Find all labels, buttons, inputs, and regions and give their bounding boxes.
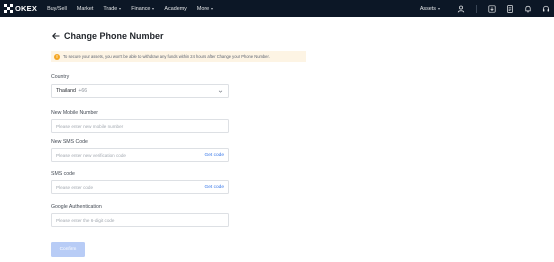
- sms-placeholder: Please enter new verification code: [56, 152, 126, 158]
- confirm-button[interactable]: Confirm: [51, 242, 85, 257]
- nav-item-finance[interactable]: Finance: [131, 5, 155, 12]
- country-select[interactable]: Thailand +66: [51, 84, 229, 98]
- nav-item-label: Academy: [164, 5, 187, 12]
- assets-menu[interactable]: Assets: [420, 6, 440, 12]
- headset-icon[interactable]: [541, 4, 551, 14]
- nav-item-market[interactable]: Market: [77, 6, 93, 12]
- mobile-label: New Mobile Number: [51, 110, 98, 116]
- chevron-down-icon: [211, 7, 214, 10]
- document-icon[interactable]: [505, 4, 515, 14]
- security-notice: ! To secure your assets, you won't be ab…: [51, 51, 306, 62]
- top-nav: OKEX Buy/Sell Market Trade Finance Acade…: [0, 0, 554, 17]
- chevron-down-icon: [152, 7, 155, 10]
- google-auth-input[interactable]: Please enter the 6-digit code: [51, 213, 229, 227]
- country-code: +66: [78, 88, 88, 94]
- nav-item-buy-sell[interactable]: Buy/Sell: [47, 6, 67, 12]
- nav-item-more[interactable]: More: [196, 5, 214, 12]
- nav-menu: Buy/Sell Market Trade Finance Academy Mo…: [47, 0, 223, 17]
- nav-item-label: Buy/Sell: [47, 5, 67, 12]
- country-label: Country: [51, 74, 70, 80]
- nav-item-label: Market: [76, 5, 94, 12]
- sms-code-input[interactable]: Please enter code Get code: [51, 180, 229, 194]
- logo-icon: [4, 4, 13, 13]
- nav-item-academy[interactable]: Academy: [164, 6, 186, 12]
- bell-icon[interactable]: [523, 4, 533, 14]
- chevron-down-icon: [438, 7, 440, 10]
- get-new-sms-code-button[interactable]: Get code: [205, 153, 224, 158]
- old-sms-label: SMS code: [51, 171, 75, 177]
- brand-logo[interactable]: OKEX: [4, 0, 37, 17]
- back-arrow-icon[interactable]: [51, 31, 61, 41]
- google-auth-placeholder: Please enter the 6-digit code: [56, 217, 115, 223]
- get-sms-code-button[interactable]: Get code: [205, 185, 224, 190]
- user-icon[interactable]: [456, 4, 466, 14]
- new-sms-code-input[interactable]: Please enter new verification code Get c…: [51, 148, 229, 162]
- warning-icon: !: [54, 53, 60, 60]
- notice-text: To secure your assets, you won't be able…: [63, 54, 270, 59]
- nav-item-trade[interactable]: Trade: [103, 5, 122, 12]
- nav-item-label: More: [196, 5, 210, 12]
- chevron-down-icon: [119, 7, 122, 10]
- assets-label: Assets: [419, 5, 436, 12]
- sms-label: New SMS Code: [51, 139, 88, 145]
- country-value: Thailand +66: [56, 88, 87, 94]
- mobile-placeholder: Please enter new mobile number: [56, 123, 124, 129]
- google-auth-label: Google Authentication: [51, 204, 102, 210]
- nav-item-label: Finance: [131, 5, 151, 12]
- page-header: Change Phone Number: [51, 31, 164, 41]
- chevron-down-icon: [218, 90, 223, 93]
- nav-right: Assets: [420, 0, 554, 17]
- nav-divider: [476, 4, 477, 13]
- nav-item-label: Trade: [103, 5, 118, 12]
- country-name: Thailand: [56, 88, 76, 94]
- page-title: Change Phone Number: [64, 31, 164, 41]
- brand-name: OKEX: [15, 4, 38, 13]
- old-sms-placeholder: Please enter code: [56, 184, 94, 190]
- mobile-number-input[interactable]: Please enter new mobile number: [51, 119, 229, 133]
- download-icon[interactable]: [487, 4, 497, 14]
